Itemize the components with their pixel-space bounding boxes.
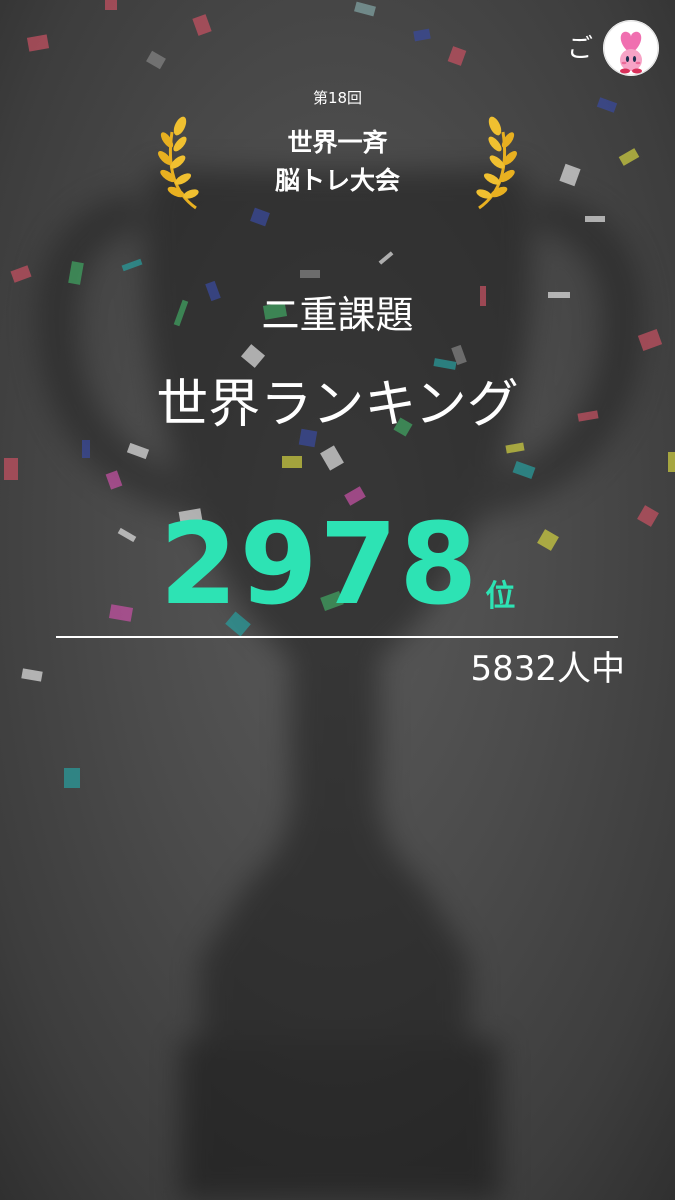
results-screen: ご 第18回 世界一斉 脳トレ大会 二重課題 世界ランキング 2978 位 58… [0, 0, 675, 1200]
tournament-badge: 第18回 世界一斉 脳トレ大会 [150, 86, 525, 216]
ranking-title: 世界ランキング [156, 375, 519, 435]
kirby-heart-icon [603, 20, 659, 76]
laurel-icon [476, 116, 517, 210]
user-name[interactable]: ご [567, 32, 593, 66]
round-label: 第18回 [312, 89, 363, 107]
rank-unit: 位 [485, 579, 516, 614]
rank-display: 2978 位 [0, 505, 675, 625]
user-avatar[interactable] [603, 20, 659, 76]
rank-number: 2978 [159, 500, 480, 630]
divider [56, 636, 618, 638]
game-mode-title: 二重課題 [261, 293, 414, 337]
participants-count: 5832人中 [470, 649, 625, 689]
